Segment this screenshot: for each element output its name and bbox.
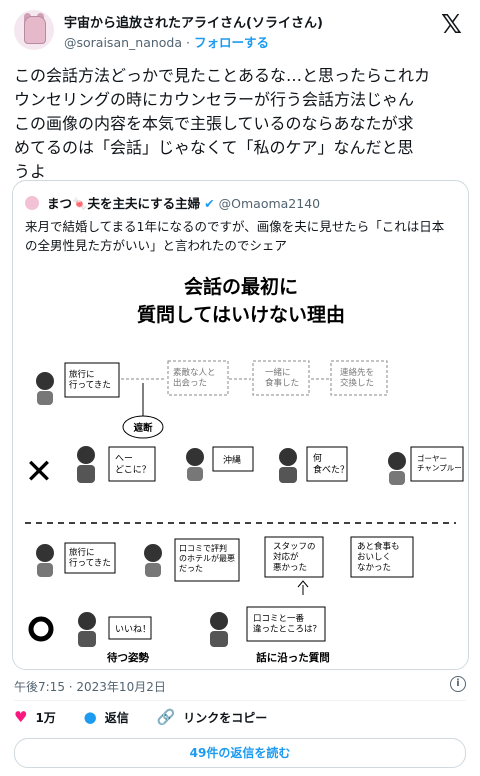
quoted-tweet[interactable]: まつ🍬夫を主夫にする主婦 ✔ @Omaoma2140 来月で結婚してまる1年にな… — [12, 180, 469, 670]
reply-bubble-icon: ● — [83, 708, 97, 726]
illus-dotted-bubbles-2: 連絡先を交換した — [340, 367, 374, 389]
separator-dot: · — [186, 35, 190, 50]
link-icon: 🔗 — [156, 708, 176, 726]
bad-woman-answer1: 沖縄 — [223, 454, 241, 466]
reply-button[interactable]: ● 返信 — [84, 708, 129, 726]
label-follow: 話に沿った質問 — [256, 651, 330, 664]
quoted-display-name: まつ🍬夫を主夫にする主婦 — [46, 196, 201, 211]
like-button[interactable]: ♥ 1万 — [14, 708, 56, 726]
copy-link-label: リンクをコピー — [183, 710, 268, 725]
info-icon[interactable]: i — [450, 676, 466, 692]
quoted-header: まつ🍬夫を主夫にする主婦 ✔ @Omaoma2140 — [25, 193, 320, 212]
copy-link-button[interactable]: 🔗 リンクをコピー — [157, 708, 268, 726]
reply-label: 返信 — [104, 710, 129, 725]
illus-title-line1: 会話の最初に — [184, 275, 298, 298]
heart-icon: ♥ — [14, 708, 28, 726]
cut-label: 遮断 — [133, 422, 153, 434]
quoted-handle: @Omaoma2140 — [218, 196, 321, 211]
good-man-reply: いいね！ — [115, 624, 151, 635]
follow-button[interactable]: フォローする — [194, 35, 269, 50]
x-logo-icon[interactable]: 𝕏 — [441, 12, 462, 38]
quoted-avatar — [25, 196, 39, 210]
tweet-text: この会話方法どっかで見たことあるな…と思ったらこれカ ウンセリングの時にカウンセ… — [14, 66, 431, 181]
like-count: 1万 — [35, 710, 56, 725]
action-bar: ♥ 1万 ● 返信 🔗 リンクをコピー — [14, 708, 291, 730]
verified-badge-icon: ✔ — [204, 196, 215, 211]
read-replies-button[interactable]: 49件の返信を読む — [14, 738, 466, 768]
divider — [14, 700, 466, 701]
author-handle-row: @soraisan_nanoda · フォローする — [64, 32, 269, 51]
tweet-header: 宇宙から追放されたアライさん(ソライさん) @soraisan_nanoda ·… — [14, 10, 466, 54]
label-wait: 待つ姿勢 — [107, 651, 149, 664]
author-display-name[interactable]: 宇宙から追放されたアライさん(ソライさん) — [64, 12, 323, 31]
author-handle[interactable]: @soraisan_nanoda — [64, 35, 182, 50]
bad-mark: ✕ — [25, 452, 54, 492]
illus-title-line2: 質問してはいけない理由 — [137, 303, 345, 326]
tweet-timestamp[interactable]: 午後7:15 · 2023年10月2日 — [14, 678, 166, 695]
quoted-illustration[interactable]: 会話の最初に 質問してはいけない理由 旅行に行ってきた 素敵な人と出会った 一緒… — [13, 261, 468, 669]
author-avatar[interactable] — [14, 10, 54, 50]
quoted-text: 来月で結婚してまる1年になるのですが、画像を夫に見せたら「これは日本の全男性見た… — [25, 219, 445, 253]
